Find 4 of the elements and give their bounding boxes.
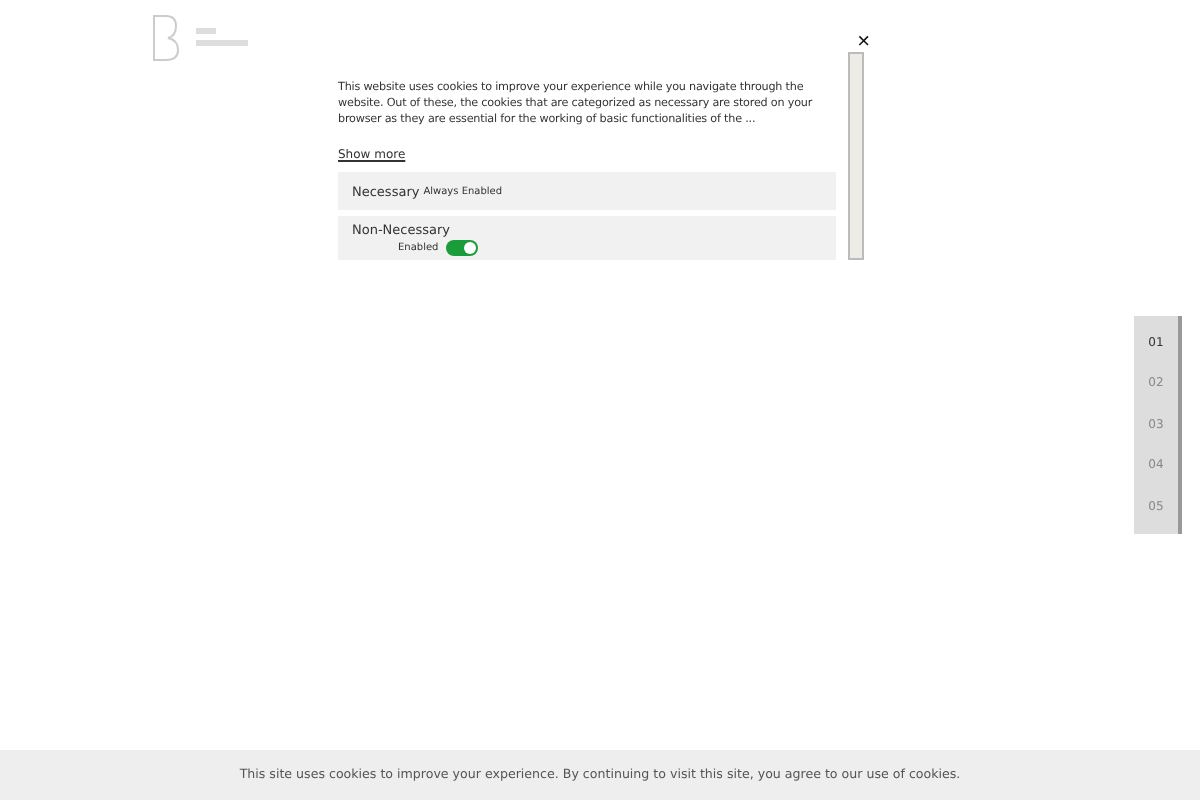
logo-icon	[150, 14, 250, 62]
toggle-switch[interactable]	[446, 240, 479, 256]
scrollbar[interactable]	[848, 52, 864, 260]
close-button[interactable]: ×	[857, 32, 870, 52]
